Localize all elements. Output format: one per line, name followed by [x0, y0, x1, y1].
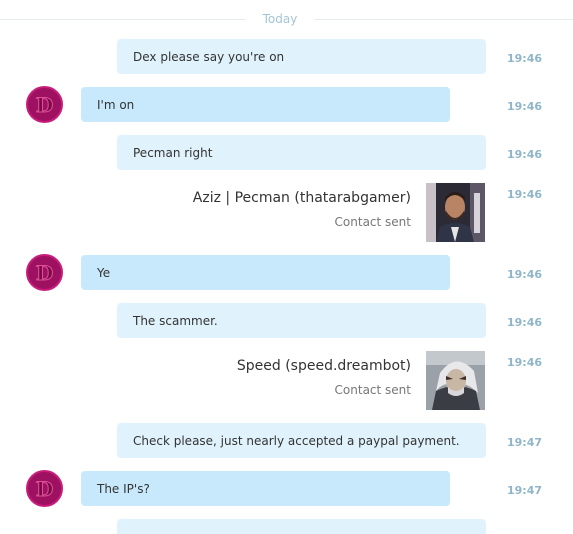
divider-line-left: [0, 19, 246, 20]
message-text: I'm on: [97, 97, 135, 112]
message-text: Dex please say you're on: [133, 49, 285, 64]
outgoing-message[interactable]: Pecman right: [117, 135, 486, 170]
contact-avatar[interactable]: D: [26, 470, 63, 507]
contact-card-status: Contact sent: [334, 383, 411, 397]
message-time: 19:46: [507, 356, 543, 369]
message-text: The scammer.: [133, 313, 218, 328]
outgoing-message[interactable]: [117, 519, 486, 534]
contact-card-status: Contact sent: [334, 215, 411, 229]
message-text: Check please, just nearly accepted a pay…: [133, 433, 460, 448]
outgoing-message[interactable]: Check please, just nearly accepted a pay…: [117, 423, 486, 458]
message-time: 19:46: [507, 316, 543, 329]
divider-line-right: [314, 19, 573, 20]
message-time: 19:46: [507, 188, 543, 201]
incoming-message[interactable]: I'm on: [81, 87, 450, 122]
message-time: 19:46: [507, 268, 543, 281]
contact-avatar[interactable]: D: [26, 86, 63, 123]
avatar-glyph-icon: D: [35, 260, 54, 285]
outgoing-message[interactable]: Dex please say you're on: [117, 39, 486, 74]
message-text: The IP's?: [97, 481, 150, 496]
contact-card-photo[interactable]: [426, 183, 485, 242]
message-time: 19:46: [507, 52, 543, 65]
incoming-message[interactable]: The IP's?: [81, 471, 450, 506]
contact-card-name[interactable]: Aziz | Pecman (thatarabgamer): [193, 190, 411, 206]
incoming-message[interactable]: Ye: [81, 255, 450, 290]
date-divider-label: Today: [262, 12, 298, 26]
message-text: Pecman right: [133, 145, 213, 160]
outgoing-message[interactable]: The scammer.: [117, 303, 486, 338]
avatar-glyph-icon: D: [35, 476, 54, 501]
avatar-glyph-icon: D: [35, 92, 54, 117]
message-time: 19:46: [507, 148, 543, 161]
contact-card-name[interactable]: Speed (speed.dreambot): [237, 358, 411, 374]
message-time: 19:46: [507, 100, 543, 113]
date-divider: Today: [0, 10, 573, 28]
contact-card-photo[interactable]: [426, 351, 485, 410]
message-time: 19:47: [507, 484, 543, 497]
message-time: 19:47: [507, 436, 543, 449]
message-text: Ye: [97, 265, 111, 280]
contact-avatar[interactable]: D: [26, 254, 63, 291]
